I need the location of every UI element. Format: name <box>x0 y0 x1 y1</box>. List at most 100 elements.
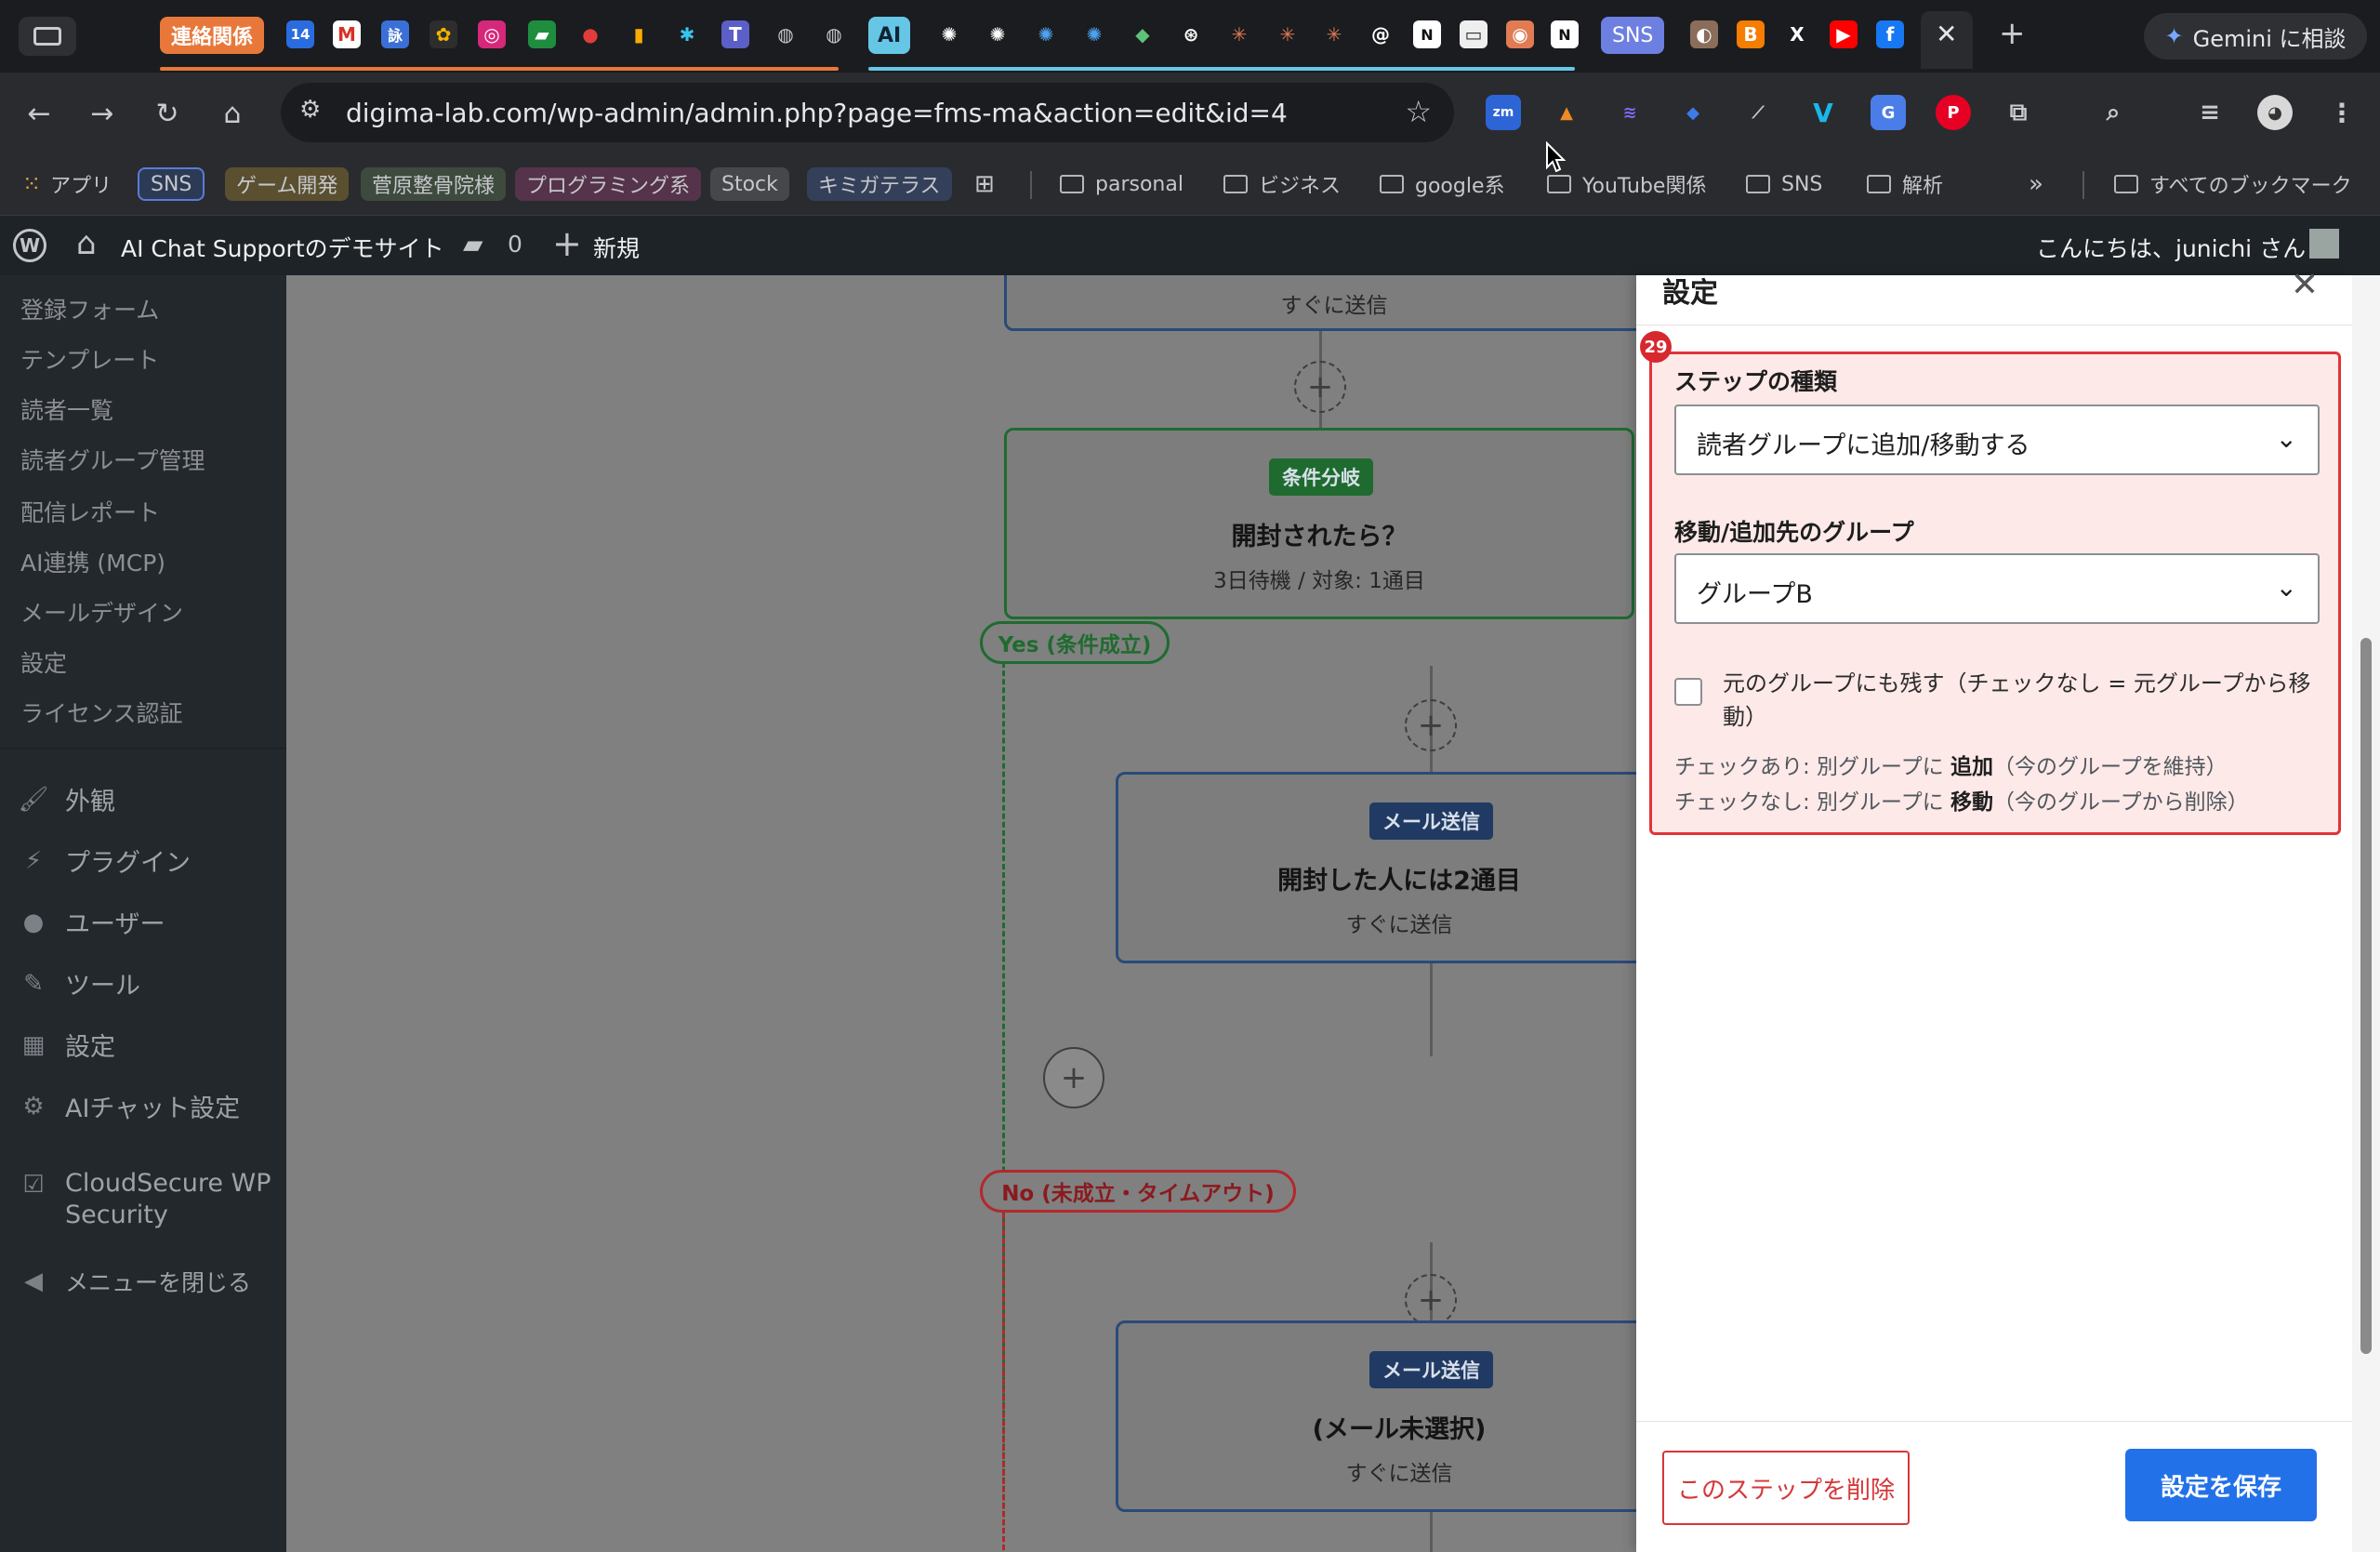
analytics-icon[interactable]: ▮ <box>625 20 653 48</box>
extension-icon-feather[interactable]: ⟋ <box>1740 95 1776 130</box>
page-scrollbar[interactable] <box>2352 275 2380 1552</box>
menu-kebab-icon[interactable]: ⋮ <box>2324 95 2360 130</box>
gmail-icon[interactable]: M <box>333 20 361 48</box>
translate-extension-icon[interactable]: G <box>1871 95 1906 130</box>
keep-original-group-label[interactable]: 元のグループにも残す（チェックなし = 元グループから移動） <box>1723 667 2318 734</box>
app-tab-icon-red[interactable]: ● <box>576 20 604 48</box>
submenu-item[interactable]: 登録フォーム <box>20 292 159 325</box>
submenu-item[interactable]: AI連携 (MCP) <box>20 545 165 578</box>
notion-icon[interactable]: N <box>1413 20 1441 48</box>
flow-step-card[interactable]: すぐに送信 <box>1004 275 1636 331</box>
claude-icon[interactable]: ✳ <box>1225 20 1253 48</box>
pinterest-extension-icon[interactable]: P <box>1936 95 1971 130</box>
profile-avatar[interactable]: ◕ <box>2257 95 2293 130</box>
condition-step-card[interactable]: 条件分岐 開封されたら？ 3日待機 / 対象: 1通目 <box>1004 428 1634 619</box>
zoom-extension-icon[interactable]: zm <box>1486 95 1521 130</box>
app-tab-icon-orange[interactable]: ◉ <box>1506 20 1534 48</box>
menu-cloudsecure[interactable]: ☑ CloudSecure WP Security <box>19 1168 271 1231</box>
facebook-icon[interactable]: f <box>1876 20 1904 48</box>
submenu-item[interactable]: 設定 <box>20 645 67 679</box>
menu-appearance[interactable]: 🖌 外観 <box>19 781 116 817</box>
menu-plugins[interactable]: ⚡ プラグイン <box>19 842 191 879</box>
close-tab-icon[interactable]: ✕ <box>1936 19 1957 49</box>
site-settings-icon[interactable]: ⚙ <box>299 96 321 124</box>
chatgpt-icon[interactable]: ✺ <box>1032 20 1060 48</box>
youtube-icon[interactable]: ▶ <box>1830 20 1858 48</box>
teams-icon[interactable]: T <box>721 20 749 48</box>
notion-icon[interactable]: N <box>1551 20 1579 48</box>
perplexity-icon[interactable]: ⊛ <box>1177 20 1205 48</box>
extension-icon-wave[interactable]: ≋ <box>1612 95 1647 130</box>
globe-icon[interactable]: ◍ <box>772 20 800 48</box>
mail-step-card[interactable]: メール送信 開封した人には2通目 すぐに送信 <box>1116 772 1636 963</box>
document-icon[interactable]: ▭ <box>1460 20 1488 48</box>
calendar-icon[interactable]: 14 <box>286 20 314 48</box>
submenu-item[interactable]: ライセンス認証 <box>20 696 183 729</box>
reading-list-icon[interactable]: ≡ <box>2192 95 2228 130</box>
chat-tab-icon[interactable]: 詠 <box>381 20 409 48</box>
claude-icon[interactable]: ✳ <box>1320 20 1348 48</box>
reload-icon[interactable]: ↻ <box>147 93 188 134</box>
close-icon[interactable]: ✕ <box>2291 266 2319 304</box>
bookmarks-more-icon[interactable]: » <box>2029 166 2043 203</box>
bookmark-apps[interactable]: ⁙ アプリ <box>22 166 112 203</box>
bookmark-tag-programming[interactable]: プログラミング系 <box>515 167 702 201</box>
x-icon[interactable]: X <box>1783 20 1811 48</box>
new-content-link[interactable]: 新規 <box>593 231 640 264</box>
menu-settings[interactable]: ▦ 設定 <box>19 1027 115 1063</box>
submenu-item[interactable]: メールデザイン <box>20 595 183 629</box>
forward-arrow-icon[interactable]: → <box>82 93 123 134</box>
target-group-select[interactable]: グループB ⌄ <box>1674 553 2320 624</box>
add-step-button[interactable]: + <box>1405 699 1457 751</box>
all-bookmarks[interactable]: すべてのブックマーク <box>2114 166 2352 203</box>
bookmark-star-icon[interactable]: ☆ <box>1405 94 1432 129</box>
keep-original-group-checkbox[interactable] <box>1674 678 1702 706</box>
bookmark-folder[interactable]: YouTube関係 <box>1547 166 1706 203</box>
chatgpt-icon[interactable]: ✺ <box>984 20 1012 48</box>
user-avatar[interactable] <box>2309 229 2339 259</box>
tab-groups-icon[interactable]: ⊞ <box>974 166 995 203</box>
bookmark-tag-game[interactable]: ゲーム開発 <box>225 167 350 201</box>
claude-icon[interactable]: ✳ <box>1274 20 1302 48</box>
google-chat-icon[interactable]: ▰ <box>528 20 556 48</box>
submenu-item[interactable]: 配信レポート <box>20 495 160 528</box>
bookmark-tag-stock[interactable]: Stock <box>710 167 789 201</box>
menu-tools[interactable]: ✎ ツール <box>19 965 140 1002</box>
save-settings-button[interactable]: 設定を保存 <box>2125 1449 2317 1521</box>
tab-group-contacts[interactable]: 連絡関係 <box>160 17 265 54</box>
bookmark-folder[interactable]: 解析 <box>1867 166 1943 203</box>
chatgpt-icon[interactable]: ✺ <box>1080 20 1108 48</box>
menu-ai-chat-settings[interactable]: ⚙ AIチャット設定 <box>19 1088 240 1124</box>
add-step-button[interactable]: + <box>1294 361 1346 413</box>
add-branch-step-button[interactable]: + <box>1043 1047 1104 1108</box>
address-bar[interactable]: ⚙ digima-lab.com/wp-admin/admin.php?page… <box>281 83 1454 142</box>
bookmark-folder[interactable]: google系 <box>1380 166 1505 203</box>
scrollbar-thumb[interactable] <box>2360 638 2372 1354</box>
delete-step-button[interactable]: このステップを削除 <box>1662 1451 1910 1525</box>
vimeo-extension-icon[interactable]: V <box>1805 95 1841 130</box>
gemini-tab-icon[interactable]: ◆ <box>1129 20 1157 48</box>
submenu-item[interactable]: 読者一覧 <box>20 392 113 426</box>
gemini-button[interactable]: ✦ Gemini に相談 <box>2144 13 2367 60</box>
chatgpt-icon[interactable]: ✺ <box>935 20 963 48</box>
photos-icon[interactable]: ✿ <box>430 20 457 48</box>
side-panel-search-icon[interactable]: ⌕ <box>2096 95 2131 130</box>
back-arrow-icon[interactable]: ← <box>19 93 60 134</box>
menu-users[interactable]: ● ユーザー <box>19 904 165 940</box>
add-step-button[interactable]: + <box>1405 1274 1457 1326</box>
bookmark-folder[interactable]: parsonal <box>1060 166 1183 203</box>
home-icon[interactable]: ⌂ <box>212 93 253 134</box>
bookmark-tag-clinic[interactable]: 菅原整骨院様 <box>361 167 507 201</box>
submenu-item[interactable]: テンプレート <box>20 342 159 376</box>
site-name[interactable]: AI Chat Supportのデモサイト <box>121 231 444 264</box>
bookmark-tag-kimigaterasu[interactable]: キミガテラス <box>807 167 952 201</box>
mail-step-card[interactable]: メール送信 (メール未選択) すぐに送信 <box>1116 1320 1636 1512</box>
extensions-puzzle-icon[interactable]: ⧉ <box>2001 95 2036 130</box>
tab-search-button[interactable] <box>19 17 76 56</box>
profile-tab-icon[interactable]: ◐ <box>1690 20 1718 48</box>
globe-icon[interactable]: ◍ <box>820 20 848 48</box>
blogger-icon[interactable]: B <box>1737 20 1765 48</box>
submenu-item[interactable]: 読者グループ管理 <box>20 443 205 476</box>
user-greeting[interactable]: こんにちは、junichi さん <box>2036 231 2306 264</box>
extension-icon-tag[interactable]: ◆ <box>1675 95 1711 130</box>
